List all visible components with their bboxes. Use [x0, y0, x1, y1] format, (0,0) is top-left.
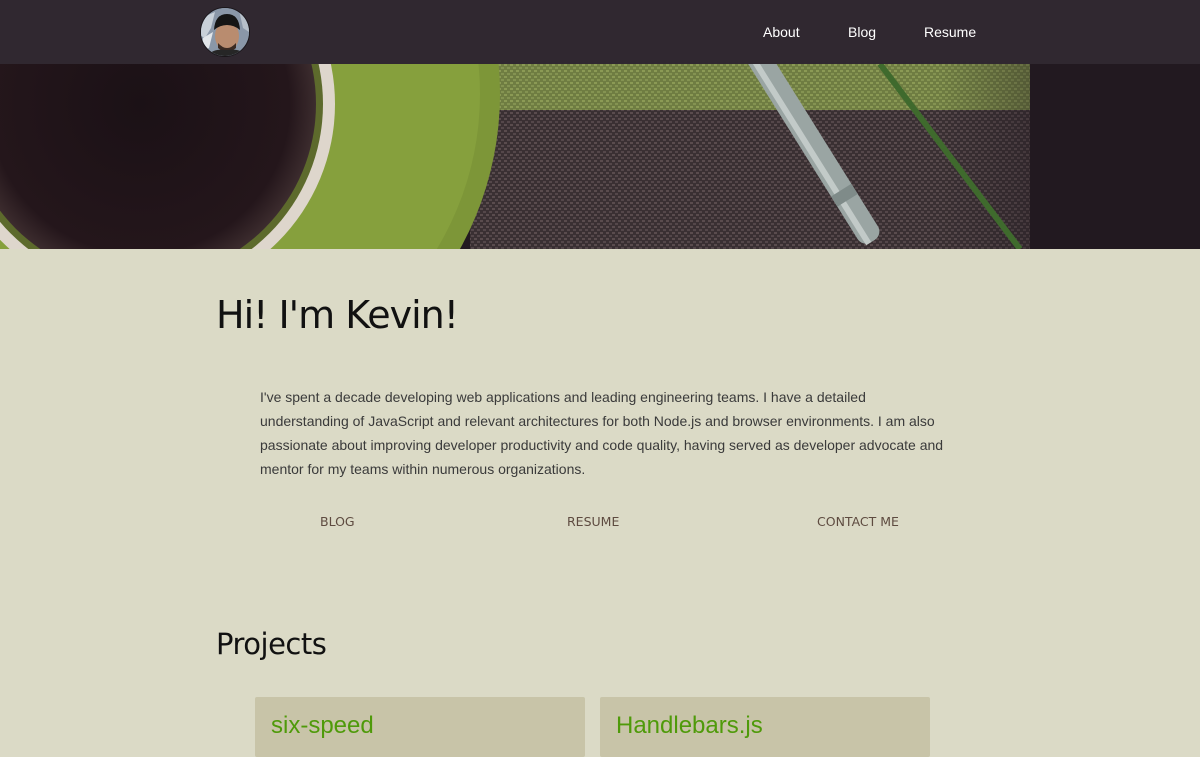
top-navigation-bar: About Blog Resume [0, 0, 1200, 64]
project-card-six-speed[interactable]: six-speed [255, 697, 585, 757]
contact-me-link[interactable]: CONTACT ME [817, 514, 899, 529]
intro-heading: Hi! I'm Kevin! [216, 293, 459, 337]
nav-link-about[interactable]: About [763, 0, 800, 64]
resume-link[interactable]: RESUME [567, 514, 619, 529]
avatar[interactable] [200, 7, 250, 57]
project-card-handlebars[interactable]: Handlebars.js [600, 697, 930, 757]
blog-link[interactable]: BLOG [320, 514, 355, 529]
nav-link-blog[interactable]: Blog [848, 0, 876, 64]
projects-heading: Projects [216, 627, 327, 661]
nav-link-resume[interactable]: Resume [924, 0, 976, 64]
hero-banner-illustration [0, 64, 1200, 249]
project-title[interactable]: Handlebars.js [616, 712, 763, 740]
avatar-photo [201, 8, 249, 56]
hero-banner-image [0, 64, 1200, 249]
project-title[interactable]: six-speed [271, 712, 374, 740]
intro-paragraph: I've spent a decade developing web appli… [260, 389, 944, 477]
main-content: Hi! I'm Kevin! I've spent a decade devel… [0, 249, 1200, 757]
